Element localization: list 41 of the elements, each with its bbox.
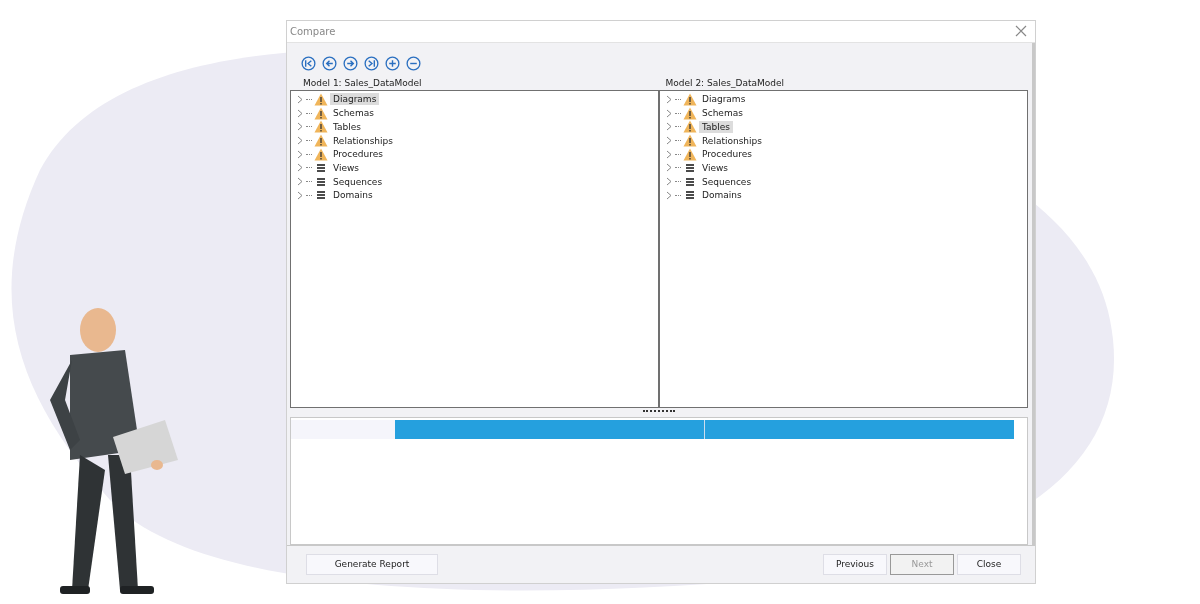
tree-item[interactable]: Diagrams xyxy=(699,93,749,106)
warning-icon xyxy=(314,147,328,161)
tree-item[interactable]: Relationships xyxy=(330,134,396,147)
warning-icon xyxy=(314,134,328,148)
warning-icon xyxy=(683,106,697,120)
tree-item[interactable]: Schemas xyxy=(699,107,746,120)
tree-item[interactable]: Procedures xyxy=(330,148,386,161)
warning-icon xyxy=(683,147,697,161)
tree-item[interactable]: Tables xyxy=(330,120,364,133)
list-icon xyxy=(683,163,697,172)
list-icon xyxy=(314,163,328,172)
tree-item[interactable]: Procedures xyxy=(699,148,755,161)
warning-icon xyxy=(683,120,697,134)
warning-icon xyxy=(314,93,328,106)
tree-item[interactable]: Schemas xyxy=(330,107,377,120)
tree-item[interactable]: Domains xyxy=(330,189,376,202)
warning-icon xyxy=(683,93,697,106)
list-icon xyxy=(683,177,697,186)
dialog-button[interactable]: Previous xyxy=(823,553,887,575)
warning-icon xyxy=(314,106,328,120)
dialog-button[interactable]: Close xyxy=(957,553,1021,575)
close-icon[interactable] xyxy=(1015,25,1027,38)
minus-circle-icon[interactable] xyxy=(406,55,421,71)
window-title: Compare xyxy=(290,25,336,37)
tree-item[interactable]: Sequences xyxy=(330,175,386,188)
list-icon xyxy=(314,191,328,200)
list-icon xyxy=(683,191,697,200)
model-label: Model 2: Sales_DataModel xyxy=(665,77,785,88)
tree-item[interactable]: Relationships xyxy=(699,134,765,147)
tree-item[interactable]: Tables xyxy=(699,120,733,133)
plus-circle-icon[interactable] xyxy=(385,55,400,71)
warning-icon xyxy=(314,120,328,134)
generate-report-button[interactable]: Generate Report xyxy=(306,553,438,575)
tree-item[interactable]: Views xyxy=(330,161,363,174)
tree-item[interactable]: Views xyxy=(699,161,732,174)
tree-item[interactable]: Domains xyxy=(699,189,745,202)
model-label: Model 1: Sales_DataModel xyxy=(303,77,423,88)
tree-item[interactable]: Diagrams xyxy=(330,93,380,106)
tree-item[interactable]: Sequences xyxy=(699,175,755,188)
list-icon xyxy=(314,177,328,186)
warning-icon xyxy=(683,134,697,148)
